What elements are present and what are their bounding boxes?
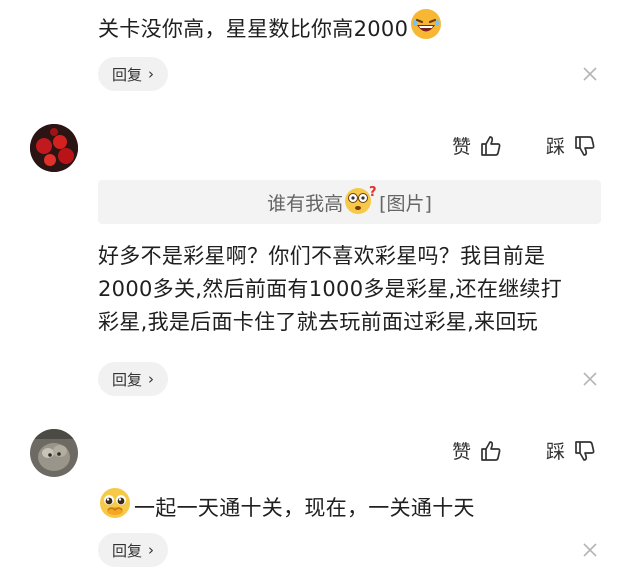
close-icon[interactable] xyxy=(580,369,600,389)
reply-label: 回复 xyxy=(112,541,143,560)
reply-button[interactable]: 回复 › xyxy=(98,533,169,567)
comment-top-text: 关卡没你高，星星数比你高2000 xyxy=(98,16,409,41)
avatar[interactable] xyxy=(30,429,78,477)
confused-face-icon: ? xyxy=(344,185,378,220)
thumbs-down-icon xyxy=(575,440,595,461)
comment-2-text: 一起一天通十关，现在，一关通十天 xyxy=(134,495,475,520)
pleading-face-icon xyxy=(98,486,132,530)
comment-1-line: 好多不是彩星啊？你们不喜欢彩星吗？我目前是 xyxy=(98,244,546,268)
thumbs-down-icon xyxy=(575,135,595,156)
chevron-right-icon: › xyxy=(148,65,155,83)
close-icon[interactable] xyxy=(580,540,600,560)
dislike-button[interactable]: 踩 xyxy=(546,437,597,464)
thumbs-up-icon xyxy=(481,135,501,156)
close-icon[interactable] xyxy=(580,64,600,84)
dislike-button[interactable]: 踩 xyxy=(546,132,597,159)
dislike-label: 踩 xyxy=(546,136,566,158)
like-label: 赞 xyxy=(452,136,472,158)
quoted-reply[interactable]: 谁有我高 ? [图片] xyxy=(98,180,601,224)
like-button[interactable]: 赞 xyxy=(452,132,503,159)
reply-label: 回复 xyxy=(112,370,143,389)
comment-1-line: 彩星,我是后面卡住了就去玩前面过彩星,来回玩 xyxy=(98,310,538,334)
thumbs-up-icon xyxy=(481,440,501,461)
reply-label: 回复 xyxy=(112,65,143,84)
svg-text:?: ? xyxy=(369,185,377,200)
quote-suffix: [图片] xyxy=(379,192,432,215)
comment-1-text: 好多不是彩星啊？你们不喜欢彩星吗？我目前是 2000多关,然后前面有1000多是… xyxy=(98,240,618,339)
reply-button[interactable]: 回复 › xyxy=(98,362,169,396)
reply-button[interactable]: 回复 › xyxy=(98,57,169,91)
dislike-label: 踩 xyxy=(546,441,566,463)
avatar[interactable] xyxy=(30,124,78,172)
laughing-face-icon xyxy=(410,8,442,50)
comment-1-line: 2000多关,然后前面有1000多是彩星,还在继续打 xyxy=(98,277,563,301)
comment-top-text-row: 关卡没你高，星星数比你高2000 xyxy=(98,8,442,50)
comment-2-text-row: 一起一天通十关，现在，一关通十天 xyxy=(98,486,475,530)
chevron-right-icon: › xyxy=(148,370,155,388)
like-button[interactable]: 赞 xyxy=(452,437,503,464)
like-label: 赞 xyxy=(452,441,472,463)
chevron-right-icon: › xyxy=(148,541,155,559)
quote-text: 谁有我高 xyxy=(267,192,344,215)
